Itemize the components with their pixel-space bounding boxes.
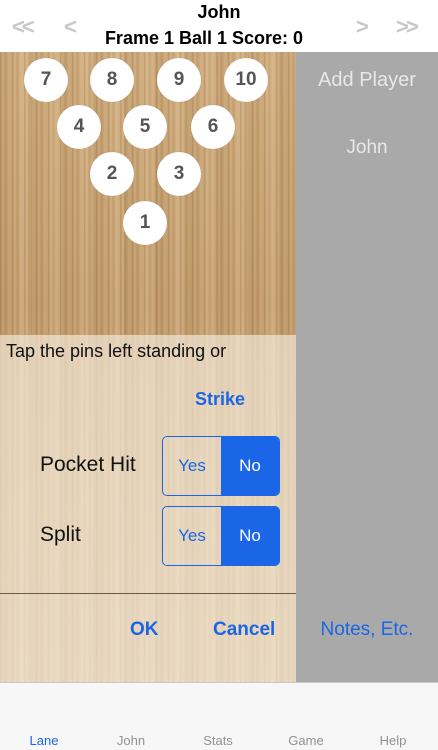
next-frame-button[interactable]: > bbox=[356, 16, 369, 38]
pin-1[interactable]: 1 bbox=[123, 201, 167, 245]
split-segmented-control: Yes No bbox=[162, 506, 280, 566]
panel-divider bbox=[0, 593, 296, 594]
cancel-button[interactable]: Cancel bbox=[213, 619, 275, 641]
pocket-hit-no-option[interactable]: No bbox=[221, 437, 279, 495]
split-yes-option[interactable]: Yes bbox=[163, 507, 221, 565]
tab-john[interactable]: John bbox=[91, 733, 171, 748]
player-list-item[interactable]: John bbox=[296, 137, 438, 159]
pin-8[interactable]: 8 bbox=[90, 58, 134, 102]
pin-7[interactable]: 7 bbox=[24, 58, 68, 102]
tab-bar: Lane John Stats Game Help bbox=[0, 682, 438, 750]
header-bar: << < John Frame 1 Ball 1 Score: 0 > >> bbox=[0, 0, 438, 52]
current-player-name: John bbox=[197, 2, 241, 22]
pin-2[interactable]: 2 bbox=[90, 152, 134, 196]
pin-3[interactable]: 3 bbox=[157, 152, 201, 196]
notes-button[interactable]: Notes, Etc. bbox=[300, 619, 434, 641]
pocket-hit-label: Pocket Hit bbox=[40, 453, 136, 476]
last-frame-button[interactable]: >> bbox=[396, 16, 419, 38]
pocket-hit-yes-option[interactable]: Yes bbox=[163, 437, 221, 495]
pin-6[interactable]: 6 bbox=[191, 105, 235, 149]
instructions-text: Tap the pins left standing or bbox=[6, 341, 227, 361]
pin-10[interactable]: 10 bbox=[224, 58, 268, 102]
tab-stats[interactable]: Stats bbox=[178, 733, 258, 748]
tab-lane[interactable]: Lane bbox=[4, 733, 84, 748]
strike-button[interactable]: Strike bbox=[170, 389, 270, 415]
frame-score-info: Frame 1 Ball 1 Score: 0 bbox=[104, 28, 304, 48]
split-no-option[interactable]: No bbox=[221, 507, 279, 565]
pin-5[interactable]: 5 bbox=[123, 105, 167, 149]
ball-entry-panel: Tap the pins left standing or Strike Poc… bbox=[0, 335, 296, 682]
ok-button[interactable]: OK bbox=[130, 619, 159, 641]
tab-help[interactable]: Help bbox=[353, 733, 433, 748]
tab-game[interactable]: Game bbox=[266, 733, 346, 748]
pocket-hit-segmented-control: Yes No bbox=[162, 436, 280, 496]
pin-4[interactable]: 4 bbox=[57, 105, 101, 149]
add-player-button[interactable]: Add Player bbox=[296, 69, 438, 92]
pin-9[interactable]: 9 bbox=[157, 58, 201, 102]
split-label: Split bbox=[40, 523, 81, 546]
